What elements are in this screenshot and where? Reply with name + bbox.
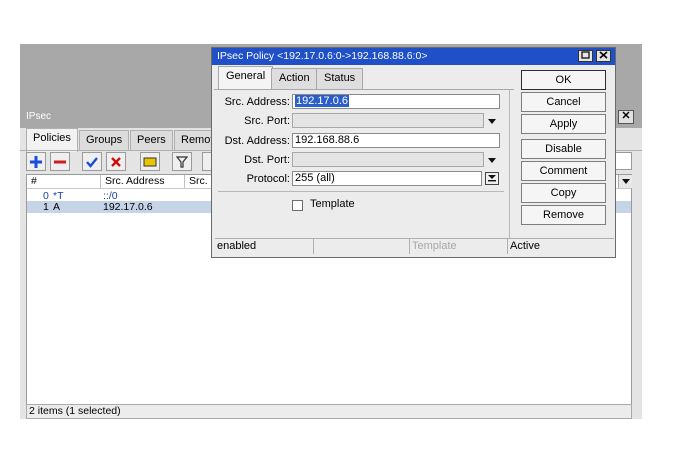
dst-port-label: Dst. Port: — [244, 154, 290, 166]
src-port-label: Src. Port: — [244, 115, 290, 127]
template-label: Template — [310, 198, 355, 210]
tab-groups[interactable]: Groups — [79, 130, 130, 151]
protocol-field[interactable]: 255 (all) — [292, 171, 482, 186]
template-checkbox[interactable] — [292, 200, 303, 211]
cancel-button[interactable]: Cancel — [521, 92, 606, 112]
dst-port-dropdown-icon[interactable] — [488, 158, 496, 163]
protocol-select-button[interactable] — [485, 172, 499, 185]
src-port-dropdown-icon[interactable] — [488, 119, 496, 124]
filter-icon — [176, 155, 188, 168]
status-enabled: enabled — [215, 239, 314, 254]
src-port-field[interactable] — [292, 113, 484, 128]
columns-dropdown[interactable] — [618, 175, 632, 188]
status-active: Active — [510, 240, 540, 252]
src-address-value: 192.17.0.6 — [295, 95, 349, 107]
dst-address-label: Dst. Address: — [224, 135, 290, 147]
tab-policies[interactable]: Policies — [26, 128, 78, 152]
column-header-number[interactable]: # — [27, 175, 101, 188]
comment-button[interactable]: Comment — [521, 161, 606, 181]
minus-icon — [54, 160, 66, 163]
row-number: 1 — [43, 201, 49, 213]
remove-button[interactable] — [50, 152, 70, 171]
ipsec-close-button[interactable]: ✕ — [618, 110, 634, 124]
enable-button[interactable] — [82, 152, 102, 171]
items-status: 2 items (1 selected) — [26, 404, 632, 419]
dst-address-field[interactable]: 192.168.88.6 — [292, 133, 500, 148]
apply-button[interactable]: Apply — [521, 114, 606, 134]
column-header-src-port[interactable]: Src. — [185, 175, 211, 188]
add-button[interactable] — [26, 152, 46, 171]
chevron-down-icon — [621, 179, 630, 184]
dst-port-field[interactable] — [292, 152, 484, 167]
protocol-label: Protocol: — [246, 173, 290, 185]
ipsec-policy-dialog: IPsec Policy <192.17.0.6:0->192.168.88.6… — [211, 47, 616, 258]
src-address-field[interactable]: 192.17.0.6 — [292, 94, 500, 109]
restore-icon — [581, 51, 590, 59]
comment-icon — [143, 157, 157, 166]
comment-button[interactable] — [140, 152, 160, 171]
x-icon — [111, 156, 121, 167]
status-template: Template — [410, 239, 508, 254]
status-empty — [314, 239, 410, 254]
src-address-label: Src. Address: — [224, 96, 290, 108]
tab-general[interactable]: General — [218, 66, 274, 90]
template-separator — [218, 191, 504, 192]
ok-button[interactable]: OK — [521, 70, 606, 90]
column-header-src-address[interactable]: Src. Address — [101, 175, 185, 188]
disable-button[interactable] — [106, 152, 126, 171]
ipsec-window-title: IPsec — [26, 111, 52, 122]
chevron-down-icon — [488, 175, 496, 182]
plus-icon — [30, 155, 42, 168]
copy-button[interactable]: Copy — [521, 183, 606, 203]
dialog-close-button[interactable] — [596, 50, 611, 62]
remove-button[interactable]: Remove — [521, 205, 606, 225]
close-icon — [599, 51, 608, 59]
row-src-address: 192.17.0.6 — [103, 201, 153, 213]
row-flag: A — [53, 201, 61, 213]
disable-button[interactable]: Disable — [521, 139, 606, 159]
tab-action[interactable]: Action — [271, 68, 318, 89]
tab-peers[interactable]: Peers — [130, 130, 173, 151]
tab-status[interactable]: Status — [316, 68, 364, 89]
dialog-title[interactable]: IPsec Policy <192.17.0.6:0->192.168.88.6… — [212, 48, 615, 65]
check-icon — [86, 156, 98, 168]
filter-button[interactable] — [172, 152, 192, 171]
restore-button[interactable] — [578, 50, 593, 62]
